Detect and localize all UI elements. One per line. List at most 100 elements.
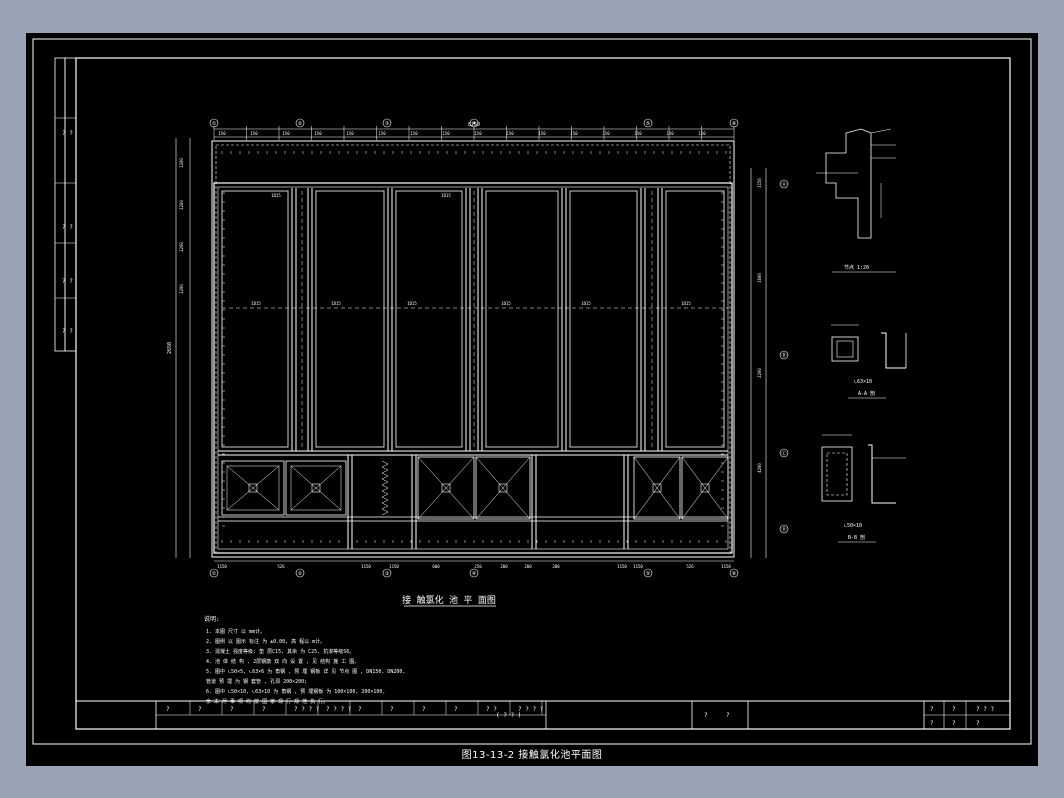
- axis-bubble-label: ②: [298, 121, 303, 127]
- room-label: 1D15: [681, 301, 691, 306]
- cad-drawing: ? ? ? ? ? ? ? ? 8250 2650 150 150 150 150 15…: [32, 38, 1032, 745]
- plan-title: 接 触氯化 池 平 面图: [402, 594, 496, 606]
- title-block-cell: ?: [976, 720, 980, 727]
- detail-label: 节点 1:20: [844, 265, 869, 271]
- top-dim-text: 150: [634, 131, 642, 136]
- title-block: ????? ? ? ?? ? ? ?????? ?? ? ? ? ( ? ? )…: [75, 700, 1011, 730]
- title-block-cell: ? ? ? ?: [518, 706, 544, 713]
- title-block-cell: ?: [930, 720, 934, 727]
- title-block-cell: ?: [726, 712, 730, 719]
- notes-heading: 说明:: [204, 615, 220, 623]
- title-block-cell: ?: [930, 706, 934, 713]
- right-dim-text: 4200: [757, 463, 762, 473]
- right-dim-text: 1600: [757, 273, 762, 283]
- right-dim-text: 1150: [757, 178, 762, 188]
- bottom-dim-text: 1150: [217, 564, 227, 569]
- top-dim-text: 150: [218, 131, 226, 136]
- axis-bubble-label: ②: [298, 571, 303, 577]
- detail-label: ∟63×10: [854, 379, 872, 385]
- room-label: 1D15: [441, 193, 451, 198]
- note-line: 2. 图例 以 图示 标注 为 ±0.00, 高 程以 m计。: [206, 638, 325, 645]
- top-dim-text: 150: [442, 131, 450, 136]
- title-block-cell: ?: [262, 706, 266, 713]
- top-dim-text: 150: [506, 131, 514, 136]
- axis-bubble-label: ①: [212, 121, 217, 127]
- bottom-dim-text: 200: [552, 564, 560, 569]
- bottom-dim-text: 1150: [633, 564, 643, 569]
- title-block-cell: ?: [454, 706, 458, 713]
- top-dim-text: 150: [314, 131, 322, 136]
- drawing-sheet: ? ? ? ? ? ? ? ? 8250 2650 150 150 150 150 15…: [26, 33, 1038, 766]
- title-block-drawing-no: ( ? ? ): [496, 712, 521, 719]
- note-line: 1. 本图 尺寸 以 mm计。: [206, 628, 265, 635]
- axis-bubble-label: ①: [212, 571, 217, 577]
- title-block-cell: ?: [704, 712, 708, 719]
- top-dim-text: 150: [698, 131, 706, 136]
- title-block-cell: ?: [422, 706, 426, 713]
- side-strip-text: ? ?: [62, 278, 73, 285]
- side-strip: ? ? ? ? ? ? ? ?: [54, 57, 77, 352]
- top-dim-text: 150: [474, 131, 482, 136]
- note-line: 3. 混凝土 强度等级: 垫 层C15, 其余 为 C25, 抗渗等级S6。: [206, 648, 354, 655]
- room-label: 1D15: [251, 301, 261, 306]
- bottom-dim-text: 200: [524, 564, 532, 569]
- axis-bubble-label: ⑤: [646, 121, 651, 127]
- right-dim-text: 2200: [757, 368, 762, 378]
- bottom-dim-text: 1150: [361, 564, 371, 569]
- title-block-cell: ? ? ? ?: [294, 706, 320, 713]
- axis-bubble-label: Ⓐ: [781, 181, 786, 188]
- axis-bubble-label: Ⓒ: [781, 450, 786, 457]
- detail-drawings: 节点 1:20 ∟63×10 A-A 剖 ∟50×10 B-B 剖: [816, 128, 907, 543]
- title-block-cell: ?: [358, 706, 362, 713]
- bottom-dim-text: 526: [686, 564, 694, 569]
- detail-label: A-A 剖: [858, 390, 875, 397]
- left-dim-text: 1200: [179, 284, 184, 294]
- note-line: 4. 池 体 结 构 , 2层钢筋 双 向 设 置 , 见 结构 施 工 图。: [206, 658, 359, 665]
- bottom-dim-text: 1150: [721, 564, 731, 569]
- note-line: 6. 图中 ∟50×10, ∟63×10 为 角钢 , 预 埋钢板 为 100×…: [206, 688, 385, 695]
- bottom-dim-text: 250: [474, 564, 482, 569]
- title-block-cell: ?: [230, 706, 234, 713]
- room-label: 1D15: [407, 301, 417, 306]
- left-dim-text: 1200: [179, 242, 184, 252]
- bottom-dim-text: 600: [432, 564, 440, 569]
- detail-label: B-B 剖: [848, 534, 865, 541]
- top-dim-text: 150: [378, 131, 386, 136]
- axis-bubble-label: ③: [385, 571, 390, 577]
- title-block-cell: ?: [198, 706, 202, 713]
- axis-bubble-label: Ⓓ: [781, 526, 786, 533]
- notes: 说明: 1. 本图 尺寸 以 mm计。 2. 图例 以 图示 标注 为 ±0.0…: [204, 615, 405, 705]
- side-strip-text: ? ?: [62, 224, 73, 231]
- axis-bubble-label: ④: [472, 571, 477, 577]
- title-block-cell: ? ? ?: [976, 706, 994, 713]
- note-line: 管道 预 埋 为 钢 套管 , 孔洞 200×200;: [206, 678, 307, 685]
- bottom-dim-text: 1150: [389, 564, 399, 569]
- axis-bubbles: ① ① ② ② ③ ③ ④ ④ ⑤ ⑤ ⑥ ⑥ Ⓐ Ⓑ Ⓒ Ⓓ: [209, 118, 789, 578]
- overall-height-dim: 2650: [167, 342, 173, 354]
- drawing-caption: 图13-13-2 接触氯化池平面图: [461, 750, 603, 761]
- top-dim-text: 150: [346, 131, 354, 136]
- axis-bubble-label: ③: [385, 121, 390, 127]
- top-dim-text: 150: [602, 131, 610, 136]
- room-label: 1D15: [331, 301, 341, 306]
- title-block-cell: ?: [952, 706, 956, 713]
- axis-bubble-label: Ⓑ: [781, 352, 786, 359]
- title-block-cell: ?: [166, 706, 170, 713]
- axis-bubble-label: ⑤: [646, 571, 651, 577]
- top-dim-text: 150: [250, 131, 258, 136]
- top-dim-text: 150: [410, 131, 418, 136]
- bottom-dim-text: 200: [500, 564, 508, 569]
- room-label: 1D15: [581, 301, 591, 306]
- top-dim-text: 150: [666, 131, 674, 136]
- axis-bubble-label: ⑥: [732, 121, 737, 127]
- tank-walls: [211, 140, 735, 558]
- title-block-cell: ?: [390, 706, 394, 713]
- title-block-cell: ? ? ? ?: [326, 706, 352, 713]
- side-strip-text: ? ?: [62, 130, 73, 137]
- axis-bubble-label: ④: [472, 121, 477, 127]
- left-dim-text: 1200: [179, 158, 184, 168]
- top-dim-text: 150: [538, 131, 546, 136]
- top-dim-text: 150: [282, 131, 290, 136]
- side-strip-text: ? ?: [62, 328, 73, 335]
- room-label: 1D15: [271, 193, 281, 198]
